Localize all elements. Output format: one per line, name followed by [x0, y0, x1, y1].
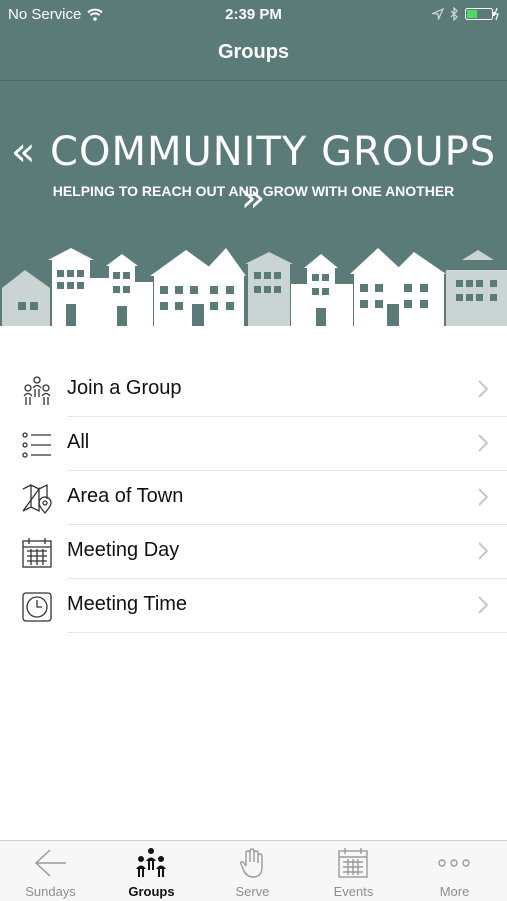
hand-icon	[240, 848, 263, 878]
groups-menu-list: Join a Group All Area of Town Meeting Da…	[0, 363, 507, 633]
menu-item-all[interactable]: All	[0, 417, 507, 471]
menu-item-label: Meeting Day	[67, 539, 180, 561]
tab-sundays[interactable]: Sundays	[0, 841, 101, 901]
houses-illustration	[2, 248, 507, 326]
chevron-right-icon	[478, 542, 489, 560]
status-right	[432, 7, 499, 21]
top-navigation-bar: No Service 2:39 PM Groups	[0, 0, 507, 81]
menu-item-label: All	[67, 431, 90, 453]
list-icon	[22, 432, 51, 458]
chevron-right-icon	[478, 488, 489, 506]
tab-serve[interactable]: Serve	[202, 841, 303, 901]
location-arrow-icon	[432, 8, 444, 20]
tab-groups[interactable]: Groups	[101, 841, 202, 901]
chevron-right-icon	[478, 380, 489, 398]
menu-item-label: Area of Town	[67, 485, 184, 507]
menu-item-meeting-time[interactable]: Meeting Time	[0, 579, 507, 633]
status-time: 2:39 PM	[225, 6, 282, 23]
tab-label: Groups	[128, 884, 175, 899]
people-group-icon	[23, 376, 51, 405]
battery-icon	[465, 7, 499, 21]
row-divider	[67, 632, 507, 633]
tab-label: Sundays	[25, 884, 76, 899]
tab-label: More	[439, 884, 470, 899]
tab-more[interactable]: More	[404, 841, 505, 901]
back-arrow-icon	[34, 849, 66, 877]
menu-item-area-of-town[interactable]: Area of Town	[0, 471, 507, 525]
clock-icon	[22, 592, 52, 622]
chevron-right-icon	[478, 596, 489, 614]
menu-item-meeting-day[interactable]: Meeting Day	[0, 525, 507, 579]
status-bar: No Service 2:39 PM	[0, 4, 507, 26]
more-dots-icon	[438, 859, 470, 867]
map-pin-icon	[22, 483, 52, 514]
calendar-icon	[338, 848, 368, 878]
tab-label: Serve	[235, 884, 270, 899]
banner-title: « COMMUNITY GROUPS »	[10, 129, 497, 221]
bottom-tab-bar: Sundays Groups Serve Events More	[0, 840, 507, 901]
banner-subtitle: HELPING TO REACH OUT AND GROW WITH ONE A…	[52, 183, 455, 199]
menu-item-label: Meeting Time	[67, 593, 188, 615]
menu-item-join-a-group[interactable]: Join a Group	[0, 363, 507, 417]
chevron-right-icon	[478, 434, 489, 452]
tab-label: Events	[333, 884, 374, 899]
nav-title: Groups	[217, 41, 290, 63]
calendar-icon	[22, 538, 52, 568]
bluetooth-icon	[450, 7, 458, 21]
community-groups-banner: « COMMUNITY GROUPS » HELPING TO REACH OU…	[0, 81, 507, 326]
menu-item-label: Join a Group	[67, 377, 182, 399]
groups-icon	[136, 848, 166, 877]
tab-events[interactable]: Events	[303, 841, 404, 901]
